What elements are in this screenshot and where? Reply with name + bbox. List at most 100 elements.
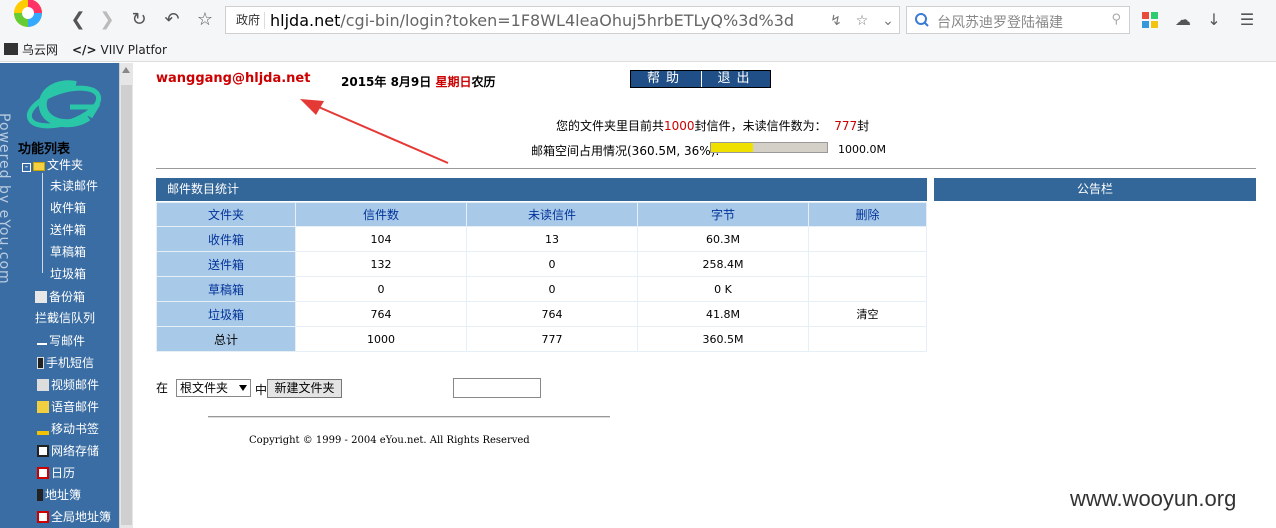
cell-count: 764	[295, 301, 467, 327]
new-folder-button[interactable]: 新建文件夹	[267, 379, 342, 398]
tree-line	[42, 173, 43, 273]
scroll-up-icon[interactable]	[122, 67, 130, 73]
cloud-icon[interactable]: ☁	[1171, 8, 1195, 32]
cell-count: 132	[295, 251, 467, 277]
user-email: wanggang@hljda.net	[156, 71, 311, 86]
sidebar-item-sms[interactable]: 手机短信	[37, 355, 94, 371]
storage-icon	[37, 445, 49, 457]
cell-action	[808, 226, 927, 252]
sidebar-item-unread[interactable]: 未读邮件	[50, 178, 98, 194]
bookmark-wooyun[interactable]: 乌云网	[4, 42, 58, 58]
date-text: 2015年 8月9日 星期日农历	[341, 75, 496, 89]
menu-icon[interactable]: ☰	[1235, 8, 1259, 32]
column-header: 文件夹	[156, 202, 296, 227]
cell-count: 1000	[295, 326, 467, 352]
help-button[interactable]: 帮助	[631, 71, 701, 87]
watermark-text: www.wooyun.org	[1070, 486, 1237, 511]
folder-name-input[interactable]	[453, 378, 541, 398]
site-tag: 政府	[232, 12, 266, 29]
sidebar-item-calendar[interactable]: 日历	[37, 465, 75, 481]
cell-count: 104	[295, 226, 467, 252]
copyright-text: Copyright © 1999 - 2004 eYou.net. All Ri…	[249, 435, 530, 446]
reload-icon[interactable]: ↻	[127, 8, 151, 32]
stats-panel-title: 邮件数目统计	[156, 178, 927, 201]
space-usage-fill	[711, 143, 753, 152]
sidebar-item-sent[interactable]: 送件箱	[50, 222, 86, 238]
table-row: 收件箱 104 13 60.3M	[156, 226, 927, 252]
cell-unread: 764	[466, 301, 638, 327]
bookmark-viiv[interactable]: </> VIIV Platfor	[72, 42, 167, 58]
url-text[interactable]: hljda.net/cgi-bin/login?token=1F8WL4leaO…	[270, 11, 794, 31]
total-label: 总计	[156, 326, 296, 352]
chevron-down-icon[interactable]: ⌄	[878, 11, 898, 31]
sidebar-item-blocked-queue[interactable]: 拦截信队列	[35, 310, 95, 326]
folder-link-inbox[interactable]: 收件箱	[156, 226, 296, 252]
scroll-thumb[interactable]	[121, 85, 132, 525]
wooyun-icon	[4, 43, 18, 55]
cell-action	[808, 251, 927, 277]
address-book-icon	[37, 489, 43, 501]
calendar-icon	[37, 467, 49, 479]
search-box[interactable]: 台风苏迪罗登陆福建 ⚲	[906, 6, 1130, 34]
cell-unread: 0	[466, 251, 638, 277]
sidebar: Powered by eYou.com 功能列表 - 文件夹 未读邮件 收件箱 送…	[0, 63, 119, 528]
empty-trash-link[interactable]: 清空	[808, 301, 927, 327]
undo-icon[interactable]: ↶	[160, 8, 184, 32]
cell-count: 0	[295, 276, 467, 302]
sidebar-item-net-storage[interactable]: 网络存储	[37, 443, 99, 459]
mail-stats-table: 文件夹 信件数 未读信件 字节 删除 收件箱 104 13 60.3M 送件箱 …	[156, 202, 927, 352]
sidebar-item-global-address-book[interactable]: 全局地址簿	[37, 509, 111, 525]
cell-unread: 0	[466, 276, 638, 302]
sidebar-item-voice-mail[interactable]: 语音邮件	[37, 399, 99, 415]
folder-link-trash[interactable]: 垃圾箱	[156, 301, 296, 327]
eyou-logo	[26, 80, 102, 129]
sidebar-item-address-book[interactable]: 地址簿	[37, 487, 81, 503]
collapse-icon[interactable]: -	[22, 163, 31, 172]
apps-grid-icon[interactable]	[1142, 12, 1158, 28]
pencil-icon	[37, 431, 49, 435]
parent-folder-select[interactable]: 根文件夹	[176, 379, 251, 397]
search-icon[interactable]: ⚲	[1111, 12, 1121, 27]
lightning-icon[interactable]: ↯	[826, 11, 846, 31]
bookmark-star-icon[interactable]: ☆	[852, 11, 872, 31]
cell-bytes: 360.5M	[637, 326, 809, 352]
folder-link-sent[interactable]: 送件箱	[156, 251, 296, 277]
folder-prefix: 在	[156, 381, 169, 395]
sidebar-item-compose[interactable]: 写邮件	[37, 333, 85, 349]
table-row-total: 总计 1000 777 360.5M	[156, 326, 927, 352]
cell-unread: 777	[466, 326, 638, 352]
logout-button[interactable]: 退出	[701, 71, 771, 87]
favorite-star-icon[interactable]: ☆	[193, 8, 217, 32]
sidebar-item-trash[interactable]: 垃圾箱	[50, 266, 86, 282]
compose-icon	[37, 343, 47, 347]
sidebar-item-mobile-bookmark[interactable]: 移动书签	[37, 421, 99, 437]
column-header: 删除	[808, 202, 927, 227]
back-icon[interactable]: ❮	[66, 8, 90, 32]
address-bar[interactable]: 政府 hljda.net/cgi-bin/login?token=1F8WL4l…	[225, 6, 900, 34]
folder-middle-label: 中	[255, 383, 268, 397]
sidebar-item-drafts[interactable]: 草稿箱	[50, 244, 86, 260]
column-header: 未读信件	[466, 202, 638, 227]
download-icon[interactable]: ↓	[1202, 8, 1226, 32]
folder-link-drafts[interactable]: 草稿箱	[156, 276, 296, 302]
sidebar-item-inbox[interactable]: 收件箱	[50, 200, 86, 216]
notice-panel-title: 公告栏	[934, 178, 1256, 201]
sidebar-title: 功能列表	[18, 142, 71, 157]
sidebar-item-backup[interactable]: 备份箱	[35, 289, 85, 305]
backup-icon	[35, 291, 47, 303]
mail-summary: 您的文件夹里目前共1000封信件，未读信件数为： 777封	[556, 119, 870, 133]
table-row: 草稿箱 0 0 0 K	[156, 276, 927, 302]
browser-toolbar: ❮ ❯ ↻ ↶ ☆ 政府 hljda.net/cgi-bin/login?tok…	[0, 0, 1276, 40]
cell-action	[808, 326, 927, 352]
sidebar-item-video-mail[interactable]: 视频邮件	[37, 377, 99, 393]
sidebar-item-folders[interactable]: - 文件夹	[22, 157, 83, 173]
global-book-icon	[37, 511, 49, 523]
powered-by-text: Powered by eYou.com	[0, 113, 12, 285]
bookmarks-bar: 乌云网 </> VIIV Platfor	[0, 40, 1276, 62]
forward-icon[interactable]: ❯	[95, 8, 119, 32]
scrollbar[interactable]	[119, 63, 133, 528]
divider	[156, 168, 1256, 169]
space-total: 1000.0M	[838, 143, 886, 156]
webmail-page: Powered by eYou.com 功能列表 - 文件夹 未读邮件 收件箱 送…	[0, 63, 1276, 528]
column-header: 字节	[637, 202, 809, 227]
